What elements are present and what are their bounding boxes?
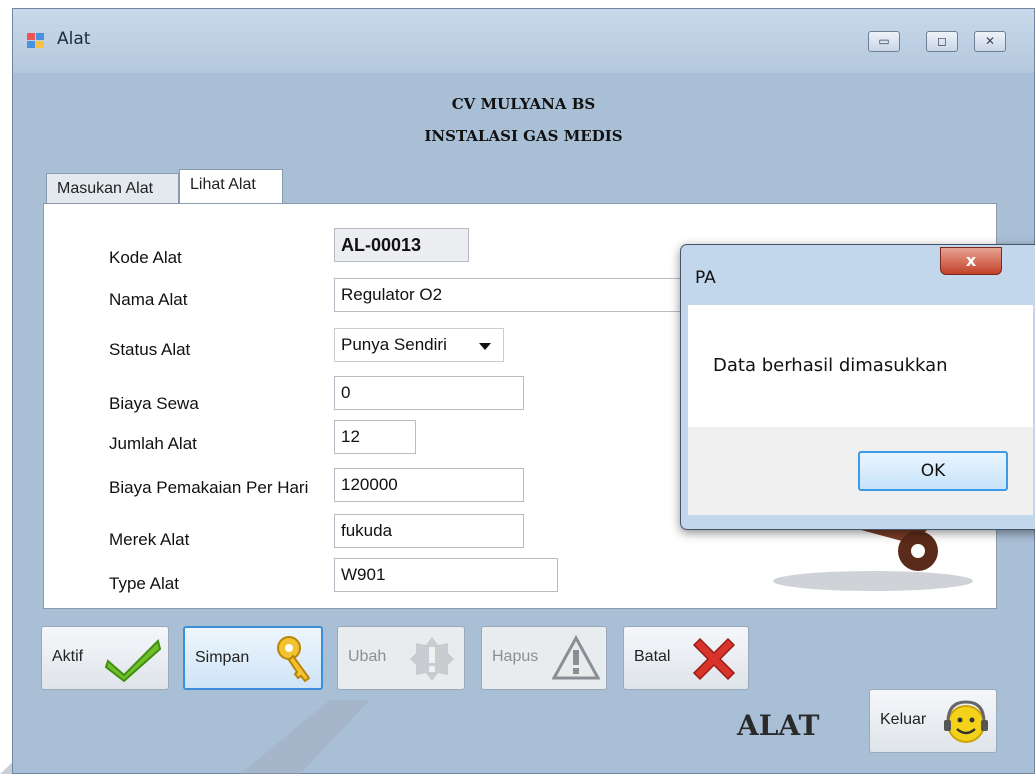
simpan-button[interactable]: Simpan [183,626,323,690]
dialog-message: Data berhasil dimasukkan [713,355,948,376]
company-name: CV MULYANA BS [451,95,596,113]
kode-alat-label: Kode Alat [109,248,182,267]
dialog-close-button[interactable]: x [940,247,1002,275]
hapus-label: Hapus [492,648,539,665]
window-title: Alat [57,29,91,49]
simpan-label: Simpan [195,649,250,666]
app-icon [27,33,45,49]
type-alat-field[interactable]: W901 [334,558,558,592]
keluar-button[interactable]: Keluar [869,689,997,753]
message-dialog: PA x Data berhasil dimasukkan OK [680,244,1035,530]
biaya-pemakaian-label: Biaya Pemakaian Per Hari [109,478,309,497]
red-x-icon [692,637,736,681]
checkmark-icon [104,639,162,683]
dialog-body: Data berhasil dimasukkan [688,305,1033,427]
title-bar: Alat ▭ ◻ ✕ [13,9,1034,73]
jumlah-alat-label: Jumlah Alat [109,434,197,453]
merek-alat-field[interactable]: fukuda [334,514,524,548]
aktif-button[interactable]: Aktif [41,626,169,690]
status-alat-select[interactable]: Punya Sendiri [334,328,504,362]
nama-alat-label: Nama Alat [109,290,188,309]
warning-badge-icon [410,637,454,681]
biaya-sewa-field[interactable]: 0 [334,376,524,410]
batal-label: Batal [634,648,671,665]
nama-alat-field[interactable]: Regulator O2 [334,278,684,312]
minimize-button[interactable]: ▭ [868,31,900,52]
key-icon [277,636,311,683]
company-subtitle: INSTALASI GAS MEDIS [424,127,623,145]
kode-alat-field: AL-00013 [334,228,469,262]
merek-alat-label: Merek Alat [109,530,190,549]
main-window: Alat ▭ ◻ ✕ CV MULYANA BS INSTALASI GAS M… [12,8,1035,774]
smiley-headset-icon [944,700,988,743]
ubah-button[interactable]: Ubah [337,626,465,690]
type-alat-label: Type Alat [109,574,179,593]
biaya-sewa-label: Biaya Sewa [109,394,199,413]
status-alat-value: Punya Sendiri [341,335,447,354]
ubah-label: Ubah [348,648,387,665]
aktif-label: Aktif [52,648,84,665]
hapus-button[interactable]: Hapus [481,626,607,690]
maximize-button[interactable]: ◻ [926,31,958,52]
warning-triangle-icon [552,635,600,680]
dialog-footer: OK [688,427,1033,515]
ok-button[interactable]: OK [858,451,1008,491]
status-alat-label: Status Alat [109,340,191,359]
close-button[interactable]: ✕ [974,31,1006,52]
jumlah-alat-field[interactable]: 12 [334,420,416,454]
batal-button[interactable]: Batal [623,626,749,690]
dialog-title: PA [695,268,716,288]
form-brand-label: ALAT [737,709,820,742]
chevron-down-icon [479,343,491,350]
tab-masukan-alat[interactable]: Masukan Alat [46,173,179,203]
watermark-graphic-right [240,700,370,774]
keluar-label: Keluar [880,711,927,728]
tab-lihat-alat[interactable]: Lihat Alat [179,169,283,203]
biaya-pemakaian-field[interactable]: 120000 [334,468,524,502]
